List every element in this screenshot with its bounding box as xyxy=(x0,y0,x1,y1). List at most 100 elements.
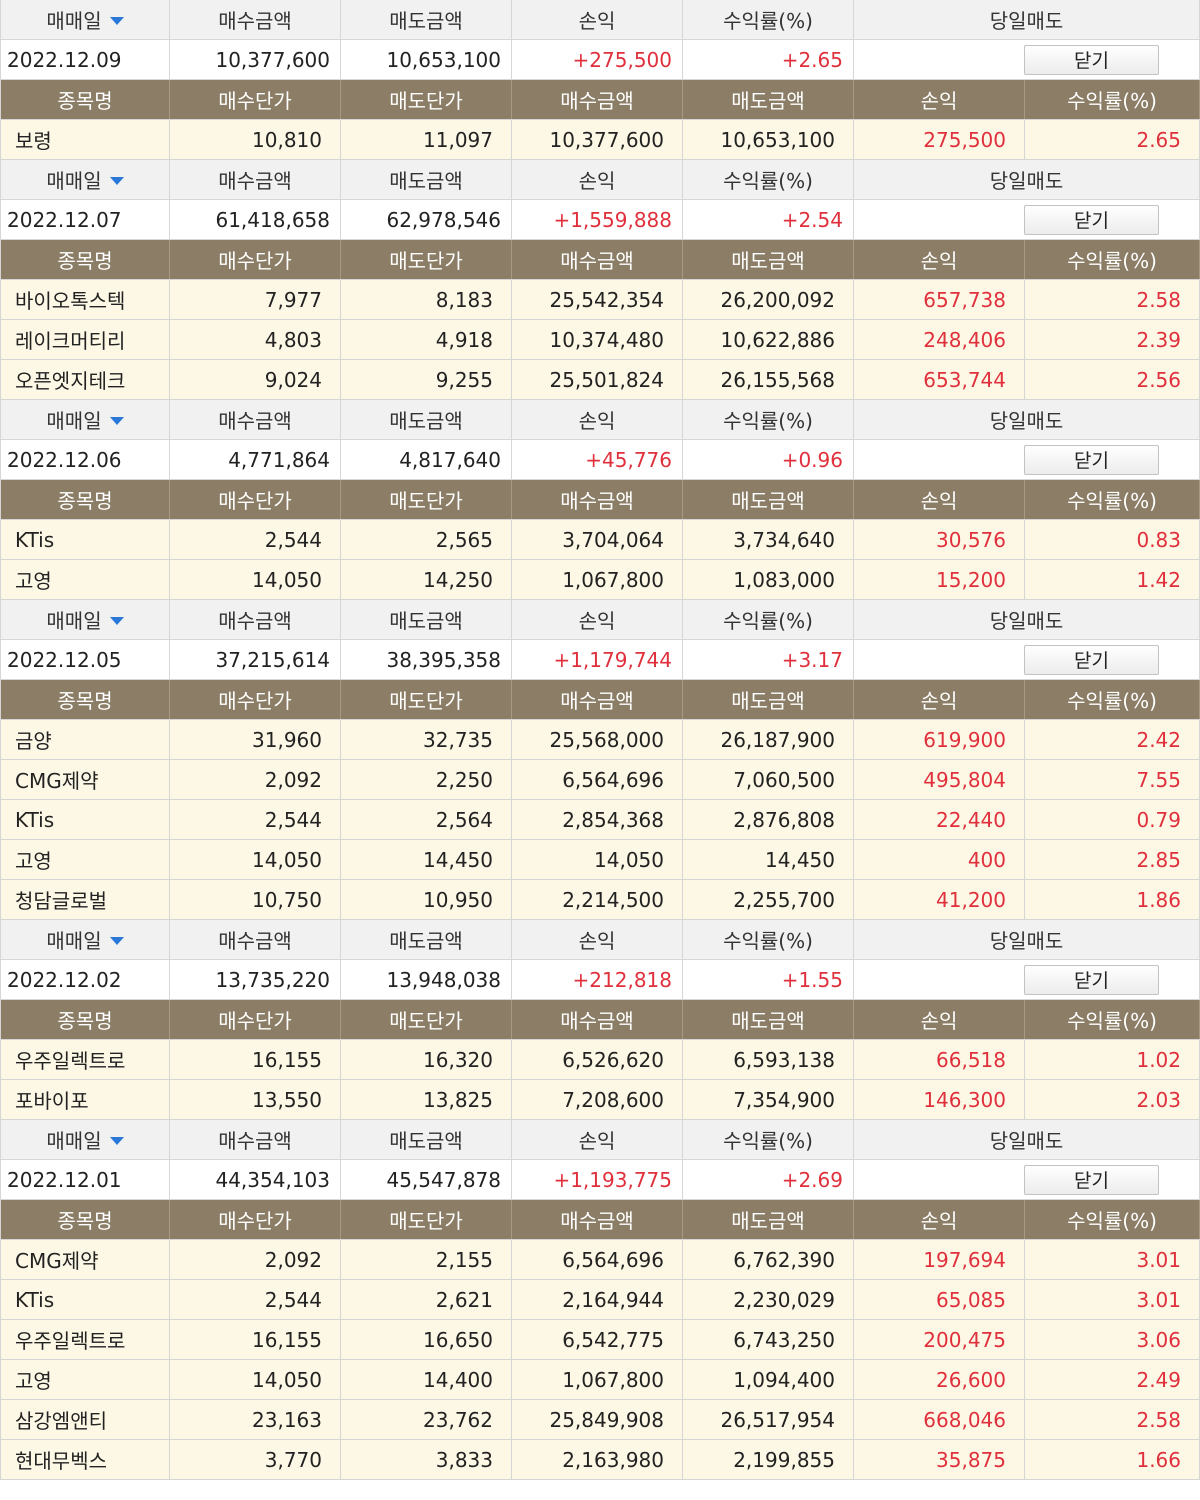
buy-amount: 7,208,600 xyxy=(512,1080,683,1119)
summary-row: 2022.12.09 10,377,600 10,653,100 +275,50… xyxy=(0,40,1200,80)
header-buy-amount: 매수금액 xyxy=(170,400,341,439)
header-sell-amount: 매도금액 xyxy=(341,920,512,959)
buy-amount: 2,854,368 xyxy=(512,800,683,839)
close-button[interactable]: 닫기 xyxy=(1024,964,1159,995)
sell-price: 14,250 xyxy=(341,560,512,599)
return-rate: 3.01 xyxy=(1025,1280,1200,1319)
stock-row[interactable]: 보령 10,810 11,097 10,377,600 10,653,100 2… xyxy=(0,120,1200,160)
detail-header-row: 종목명 매수단가 매도단가 매수금액 매도금액 손익 수익률(%) xyxy=(0,80,1200,120)
header-profit: 손익 xyxy=(854,680,1025,719)
stock-row[interactable]: 포바이포 13,550 13,825 7,208,600 7,354,900 1… xyxy=(0,1080,1200,1120)
chevron-down-icon xyxy=(109,617,124,625)
sort-trade-date-header[interactable]: 매매일 xyxy=(0,400,170,439)
return-rate: 0.79 xyxy=(1025,800,1200,839)
header-profit: 손익 xyxy=(854,240,1025,279)
buy-amount: 2,214,500 xyxy=(512,880,683,919)
profit: 35,875 xyxy=(854,1440,1025,1479)
stock-row[interactable]: 현대무벡스 3,770 3,833 2,163,980 2,199,855 35… xyxy=(0,1440,1200,1480)
header-profit: 손익 xyxy=(512,1120,683,1159)
profit: 22,440 xyxy=(854,800,1025,839)
stock-row[interactable]: KTis 2,544 2,621 2,164,944 2,230,029 65,… xyxy=(0,1280,1200,1320)
summary-header-row: 매매일 매수금액 매도금액 손익 수익률(%) 당일매도 xyxy=(0,160,1200,200)
sell-amount: 26,200,092 xyxy=(683,280,854,319)
stock-name: 고영 xyxy=(0,560,170,599)
stock-row[interactable]: 오픈엣지테크 9,024 9,255 25,501,824 26,155,568… xyxy=(0,360,1200,400)
header-stock-name: 종목명 xyxy=(0,680,170,719)
chevron-down-icon xyxy=(109,17,124,25)
header-same-day-sell: 당일매도 xyxy=(854,400,1200,439)
header-return-rate: 수익률(%) xyxy=(683,160,854,199)
profit: 619,900 xyxy=(854,720,1025,759)
sort-trade-date-header[interactable]: 매매일 xyxy=(0,1120,170,1159)
stock-row[interactable]: 레이크머티리 4,803 4,918 10,374,480 10,622,886… xyxy=(0,320,1200,360)
sell-price: 3,833 xyxy=(341,1440,512,1479)
close-button[interactable]: 닫기 xyxy=(1024,644,1159,675)
close-button[interactable]: 닫기 xyxy=(1024,204,1159,235)
sell-price: 16,320 xyxy=(341,1040,512,1079)
header-return-rate: 수익률(%) xyxy=(1025,1200,1200,1239)
trade-date: 2022.12.01 xyxy=(0,1160,170,1199)
stock-row[interactable]: 바이오톡스텍 7,977 8,183 25,542,354 26,200,092… xyxy=(0,280,1200,320)
total-sell-amount: 13,948,038 xyxy=(341,960,512,999)
stock-row[interactable]: 금양 31,960 32,735 25,568,000 26,187,900 6… xyxy=(0,720,1200,760)
detail-rows: KTis 2,544 2,565 3,704,064 3,734,640 30,… xyxy=(0,520,1200,600)
stock-name: 고영 xyxy=(0,1360,170,1399)
stock-row[interactable]: KTis 2,544 2,565 3,704,064 3,734,640 30,… xyxy=(0,520,1200,560)
stock-row[interactable]: 우주일렉트로 16,155 16,650 6,542,775 6,743,250… xyxy=(0,1320,1200,1360)
return-rate: 2.49 xyxy=(1025,1360,1200,1399)
close-button[interactable]: 닫기 xyxy=(1024,1164,1159,1195)
header-sell-amount: 매도금액 xyxy=(683,680,854,719)
header-sell-amount: 매도금액 xyxy=(341,160,512,199)
sort-trade-date-header[interactable]: 매매일 xyxy=(0,160,170,199)
stock-name: KTis xyxy=(0,520,170,559)
sell-price: 2,564 xyxy=(341,800,512,839)
stock-row[interactable]: 고영 14,050 14,400 1,067,800 1,094,400 26,… xyxy=(0,1360,1200,1400)
sort-trade-date-header[interactable]: 매매일 xyxy=(0,920,170,959)
sell-amount: 26,155,568 xyxy=(683,360,854,399)
stock-row[interactable]: 우주일렉트로 16,155 16,320 6,526,620 6,593,138… xyxy=(0,1040,1200,1080)
buy-amount: 10,374,480 xyxy=(512,320,683,359)
sell-amount: 10,653,100 xyxy=(683,120,854,159)
stock-row[interactable]: 삼강엠앤티 23,163 23,762 25,849,908 26,517,95… xyxy=(0,1400,1200,1440)
stock-name: 고영 xyxy=(0,840,170,879)
sell-amount: 10,622,886 xyxy=(683,320,854,359)
stock-row[interactable]: KTis 2,544 2,564 2,854,368 2,876,808 22,… xyxy=(0,800,1200,840)
header-stock-name: 종목명 xyxy=(0,80,170,119)
total-sell-amount: 4,817,640 xyxy=(341,440,512,479)
stock-row[interactable]: CMG제약 2,092 2,250 6,564,696 7,060,500 49… xyxy=(0,760,1200,800)
return-rate: 1.42 xyxy=(1025,560,1200,599)
stock-row[interactable]: 청담글로벌 10,750 10,950 2,214,500 2,255,700 … xyxy=(0,880,1200,920)
stock-row[interactable]: 고영 14,050 14,250 1,067,800 1,083,000 15,… xyxy=(0,560,1200,600)
header-profit: 손익 xyxy=(512,0,683,39)
stock-row[interactable]: CMG제약 2,092 2,155 6,564,696 6,762,390 19… xyxy=(0,1240,1200,1280)
header-return-rate: 수익률(%) xyxy=(683,1120,854,1159)
same-day-sell-cell: 닫기 xyxy=(854,640,1200,679)
summary-row: 2022.12.01 44,354,103 45,547,878 +1,193,… xyxy=(0,1160,1200,1200)
buy-amount: 25,568,000 xyxy=(512,720,683,759)
sell-price: 23,762 xyxy=(341,1400,512,1439)
sell-price: 13,825 xyxy=(341,1080,512,1119)
same-day-sell-cell: 닫기 xyxy=(854,1160,1200,1199)
sell-amount: 2,876,808 xyxy=(683,800,854,839)
stock-name: 오픈엣지테크 xyxy=(0,360,170,399)
header-buy-amount: 매수금액 xyxy=(512,80,683,119)
sort-trade-date-header[interactable]: 매매일 xyxy=(0,0,170,39)
profit: 200,475 xyxy=(854,1320,1025,1359)
total-profit: +1,193,775 xyxy=(512,1160,683,1199)
chevron-down-icon xyxy=(109,937,124,945)
summary-row: 2022.12.07 61,418,658 62,978,546 +1,559,… xyxy=(0,200,1200,240)
buy-price: 31,960 xyxy=(170,720,341,759)
close-button[interactable]: 닫기 xyxy=(1024,444,1159,475)
summary-header-row: 매매일 매수금액 매도금액 손익 수익률(%) 당일매도 xyxy=(0,920,1200,960)
close-button[interactable]: 닫기 xyxy=(1024,44,1159,75)
buy-price: 10,750 xyxy=(170,880,341,919)
sell-amount: 1,083,000 xyxy=(683,560,854,599)
header-buy-amount: 매수금액 xyxy=(170,160,341,199)
buy-price: 9,024 xyxy=(170,360,341,399)
stock-row[interactable]: 고영 14,050 14,450 14,050 14,450 400 2.85 xyxy=(0,840,1200,880)
header-profit: 손익 xyxy=(512,920,683,959)
sort-trade-date-header[interactable]: 매매일 xyxy=(0,600,170,639)
buy-price: 14,050 xyxy=(170,840,341,879)
buy-amount: 6,564,696 xyxy=(512,760,683,799)
same-day-sell-cell: 닫기 xyxy=(854,440,1200,479)
